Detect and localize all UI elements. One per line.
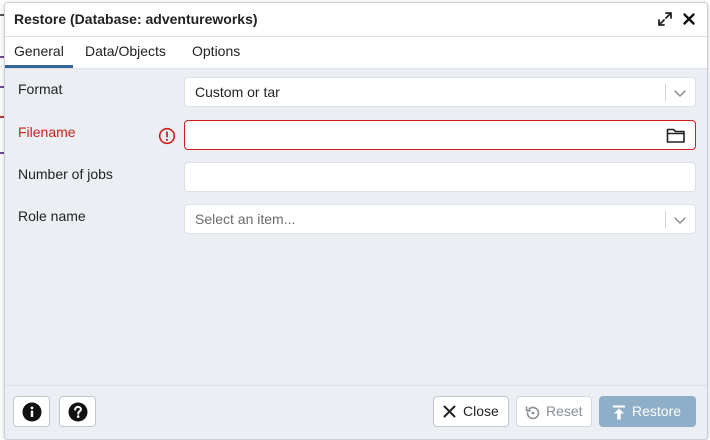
restore-dialog: Restore (Database: adventureworks) Gener… bbox=[4, 2, 708, 440]
help-icon bbox=[68, 402, 88, 422]
folder-icon[interactable] bbox=[666, 127, 686, 144]
jobs-field[interactable] bbox=[184, 162, 696, 192]
format-label: Format bbox=[18, 81, 63, 97]
close-button[interactable]: Close bbox=[433, 396, 509, 427]
close-icon bbox=[443, 405, 456, 418]
tab-bar: General Data/Objects Options bbox=[5, 37, 707, 69]
filename-label: Filename bbox=[18, 124, 76, 140]
chevron-down-icon bbox=[674, 90, 686, 97]
close-icon[interactable] bbox=[681, 11, 697, 27]
tab-options[interactable]: Options bbox=[183, 37, 249, 68]
dialog-titlebar[interactable]: Restore (Database: adventureworks) bbox=[5, 3, 707, 37]
reset-icon bbox=[525, 406, 540, 420]
role-select[interactable]: Select an item... bbox=[184, 204, 696, 234]
format-selected-value: Custom or tar bbox=[195, 84, 280, 100]
restore-button[interactable]: Restore bbox=[599, 396, 696, 427]
info-icon bbox=[22, 402, 42, 422]
jobs-input[interactable] bbox=[185, 163, 695, 191]
select-divider bbox=[665, 211, 666, 228]
filename-input[interactable] bbox=[185, 121, 695, 149]
info-button[interactable] bbox=[13, 396, 50, 427]
role-label: Role name bbox=[18, 208, 86, 224]
role-placeholder: Select an item... bbox=[195, 211, 296, 227]
tab-general[interactable]: General bbox=[5, 37, 73, 68]
restore-button-label: Restore bbox=[632, 403, 682, 419]
reset-button-label: Reset bbox=[546, 403, 583, 419]
expand-icon[interactable] bbox=[657, 11, 673, 27]
help-button[interactable] bbox=[59, 396, 96, 427]
jobs-label: Number of jobs bbox=[18, 166, 113, 182]
chevron-down-icon bbox=[674, 217, 686, 224]
close-button-label: Close bbox=[463, 403, 499, 419]
tab-data-objects[interactable]: Data/Objects bbox=[76, 37, 175, 68]
reset-button[interactable]: Reset bbox=[516, 396, 592, 427]
select-divider bbox=[665, 84, 666, 101]
dialog-title: Restore (Database: adventureworks) bbox=[14, 11, 258, 27]
dialog-footer: Close Reset Restore bbox=[5, 385, 707, 439]
filename-field[interactable] bbox=[184, 120, 696, 150]
format-select[interactable]: Custom or tar bbox=[184, 77, 696, 107]
error-circle-icon bbox=[158, 127, 176, 145]
upload-icon bbox=[613, 405, 625, 420]
